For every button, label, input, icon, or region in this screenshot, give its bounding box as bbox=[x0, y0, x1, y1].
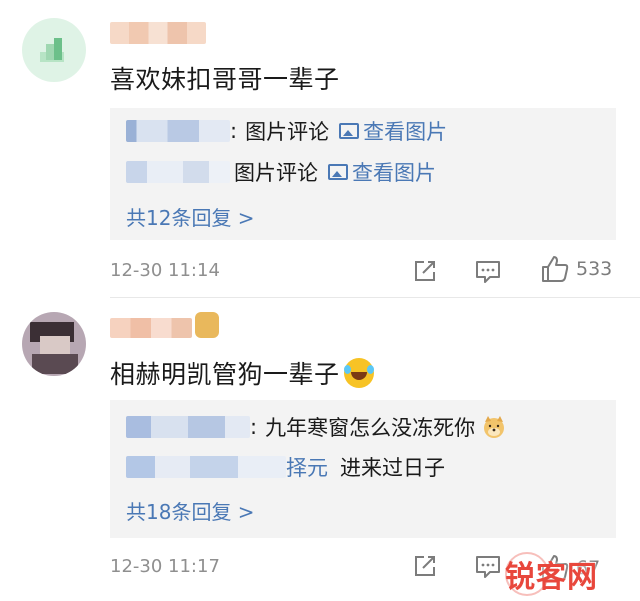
site-watermark: 锐客网 bbox=[505, 550, 635, 598]
reply-text: 进来过日子 bbox=[340, 456, 445, 480]
username-blurred[interactable] bbox=[110, 318, 192, 338]
timestamp: 12-30 11:17 bbox=[110, 556, 220, 577]
doge-emoji-icon bbox=[484, 416, 505, 438]
user-badge-icon bbox=[195, 312, 219, 338]
reply-username-blurred[interactable] bbox=[126, 456, 286, 478]
comment-button[interactable] bbox=[474, 553, 502, 579]
laughing-emoji-icon bbox=[343, 358, 374, 388]
reply-username-partial[interactable]: 择元 bbox=[286, 452, 328, 482]
reply-text: 九年寒窗怎么没冻死你 bbox=[265, 416, 476, 440]
reply-username-blurred[interactable] bbox=[126, 416, 250, 438]
comment-item: 相赫明凯管狗一辈子 : 九年寒窗怎么没冻死你 择元 进来过日子 共18条回复 >… bbox=[0, 0, 640, 601]
share-icon bbox=[415, 556, 435, 576]
comment-icon bbox=[476, 556, 500, 578]
reply-separator: : bbox=[250, 415, 258, 439]
avatar[interactable] bbox=[22, 312, 86, 376]
reply-item[interactable]: : 九年寒窗怎么没冻死你 bbox=[126, 412, 507, 442]
more-replies-link[interactable]: 共18条回复 > bbox=[126, 496, 255, 525]
share-button[interactable] bbox=[412, 553, 438, 579]
comment-text: 相赫明凯管狗一辈子 bbox=[110, 355, 374, 391]
reply-item[interactable]: 择元 进来过日子 bbox=[126, 452, 445, 482]
